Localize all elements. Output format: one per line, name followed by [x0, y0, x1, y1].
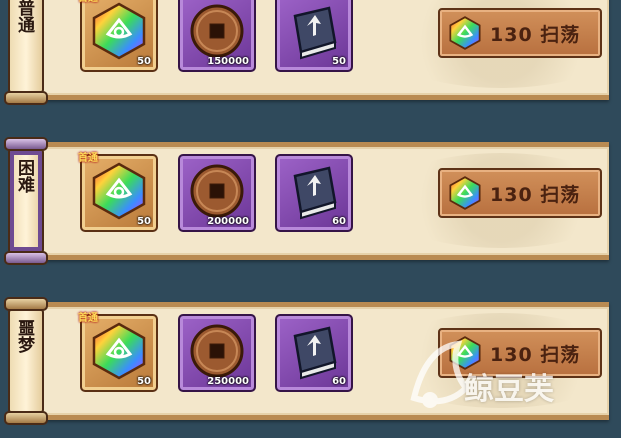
sweep-button[interactable]: 130 扫荡 — [438, 8, 602, 58]
first-clear-tag: 首通 — [78, 313, 98, 324]
exp-book-icon — [293, 326, 337, 380]
reward-qty: 250000 — [207, 376, 249, 387]
reward-slot-book[interactable]: 60 — [275, 154, 353, 232]
watermark-text: 鲸豆芙 — [464, 372, 554, 407]
reward-slot-crystal[interactable]: 首通 50 — [78, 313, 158, 392]
reward-slot-coin[interactable]: 250000 — [178, 314, 256, 392]
sweep-button[interactable]: 130 扫荡 — [438, 168, 602, 218]
first-clear-tag: 首通 — [78, 0, 98, 4]
reward-slot-book[interactable]: 50 — [275, 0, 353, 72]
difficulty-row-hard: 困难 首通 50 200000 60 130 扫荡 — [0, 137, 621, 265]
reward-slot-book[interactable]: 60 — [275, 314, 353, 392]
chakra-crystal-icon — [449, 16, 481, 50]
reward-qty: 60 — [332, 376, 346, 387]
sweep-label: 130 扫荡 — [490, 184, 581, 206]
reward-slot-crystal[interactable]: 首通 50 — [78, 0, 158, 72]
difficulty-scroll: 普通 — [2, 0, 48, 105]
chakra-crystal-icon — [92, 322, 146, 380]
exp-book-icon — [293, 166, 337, 220]
coin-icon — [190, 164, 244, 218]
watermark: 鲸豆芙 — [406, 338, 596, 418]
reward-slot-coin[interactable]: 150000 — [178, 0, 256, 72]
reward-qty: 50 — [137, 56, 151, 67]
coin-icon — [190, 324, 244, 378]
reward-qty: 50 — [137, 216, 151, 227]
reward-qty: 150000 — [207, 56, 249, 67]
sweep-label: 130 扫荡 — [490, 24, 581, 46]
difficulty-label: 普通 — [14, 0, 34, 33]
chakra-crystal-icon — [92, 162, 146, 220]
difficulty-label: 困难 — [14, 159, 34, 193]
exp-book-icon — [293, 6, 337, 60]
chakra-crystal-icon — [92, 2, 146, 60]
reward-slot-crystal[interactable]: 首通 50 — [78, 153, 158, 232]
reward-qty: 50 — [332, 56, 346, 67]
difficulty-label: 噩梦 — [14, 319, 34, 353]
first-clear-tag: 首通 — [78, 153, 98, 164]
reward-qty: 50 — [137, 376, 151, 387]
reward-qty: 60 — [332, 216, 346, 227]
coin-icon — [190, 4, 244, 58]
reward-qty: 200000 — [207, 216, 249, 227]
chakra-crystal-icon — [449, 176, 481, 210]
difficulty-row-normal: 普通 首通 50 150000 — [0, 0, 621, 105]
reward-slot-coin[interactable]: 200000 — [178, 154, 256, 232]
difficulty-scroll: 噩梦 — [2, 297, 48, 425]
difficulty-scroll: 困难 — [2, 137, 48, 265]
